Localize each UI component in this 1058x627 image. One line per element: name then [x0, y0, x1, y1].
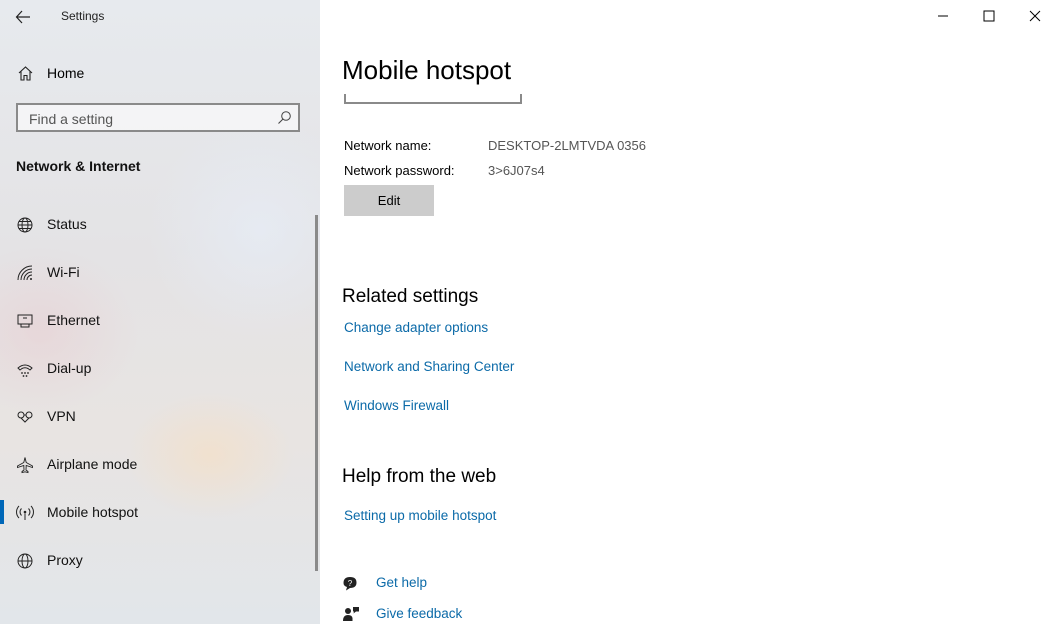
maximize-icon — [983, 10, 995, 22]
search-input[interactable] — [27, 109, 271, 129]
network-password-value: 3>6J07s4 — [488, 163, 545, 178]
sidebar-item-label: Status — [47, 216, 87, 232]
globe-icon — [17, 553, 33, 569]
vpn-icon — [17, 411, 33, 423]
get-help-row[interactable]: ? Get help — [342, 572, 642, 596]
sidebar-item-label: Ethernet — [47, 312, 100, 328]
section-title: Network & Internet — [16, 158, 141, 174]
sidebar-item-label: Airplane mode — [47, 456, 138, 472]
link-setting-up-mobile-hotspot[interactable]: Setting up mobile hotspot — [344, 508, 496, 523]
sidebar-item-vpn[interactable]: VPN — [0, 397, 318, 437]
network-name-label: Network name: — [344, 138, 432, 153]
sidebar: Settings Home Network & Internet Status — [0, 0, 320, 624]
search-icon[interactable] — [277, 110, 292, 125]
get-help-link[interactable]: Get help — [376, 575, 427, 590]
link-windows-firewall[interactable]: Windows Firewall — [344, 398, 449, 413]
sidebar-item-mobile-hotspot[interactable]: Mobile hotspot — [0, 493, 318, 533]
sidebar-item-label: Dial-up — [47, 360, 92, 376]
edit-button[interactable]: Edit — [344, 185, 434, 216]
hotspot-icon — [16, 505, 34, 520]
back-button[interactable] — [13, 6, 35, 28]
link-network-sharing-center[interactable]: Network and Sharing Center — [344, 359, 514, 374]
give-feedback-row[interactable]: Give feedback — [342, 603, 642, 627]
sidebar-item-status[interactable]: Status — [0, 205, 318, 245]
sidebar-item-dialup[interactable]: Dial-up — [0, 349, 318, 389]
close-button[interactable] — [1012, 0, 1058, 32]
sidebar-item-label: Wi-Fi — [47, 264, 80, 280]
link-change-adapter-options[interactable]: Change adapter options — [344, 320, 488, 335]
sidebar-item-label: Proxy — [47, 552, 83, 568]
sidebar-item-home[interactable]: Home — [0, 56, 320, 90]
network-password-label: Network password: — [344, 163, 455, 178]
sidebar-item-airplane-mode[interactable]: Airplane mode — [0, 445, 318, 485]
feedback-icon — [343, 607, 359, 621]
sidebar-item-label: Mobile hotspot — [47, 504, 139, 520]
sidebar-item-wifi[interactable]: Wi-Fi — [0, 253, 318, 293]
app-title: Settings — [61, 9, 105, 23]
help-from-web-title: Help from the web — [342, 466, 497, 487]
get-help-icon: ? — [343, 577, 357, 591]
dialup-icon — [17, 364, 33, 377]
minimize-icon — [938, 15, 948, 17]
sidebar-item-proxy[interactable]: Proxy — [0, 541, 318, 581]
related-settings-title: Related settings — [342, 286, 479, 307]
svg-text:?: ? — [348, 579, 353, 588]
main-content: Mobile hotspot Network name: DESKTOP-2LM… — [320, 0, 1058, 624]
home-icon — [18, 66, 33, 81]
network-name-value: DESKTOP-2LMTVDA 0356 — [488, 138, 646, 153]
close-icon — [1029, 10, 1041, 22]
airplane-icon — [17, 457, 33, 474]
clipped-field-bottom — [344, 94, 522, 104]
minimize-button[interactable] — [920, 0, 966, 32]
globe-network-icon — [17, 217, 33, 233]
sidebar-item-label: Home — [47, 65, 85, 81]
sidebar-item-ethernet[interactable]: Ethernet — [0, 301, 318, 341]
ethernet-icon — [17, 314, 33, 328]
wifi-icon — [17, 265, 33, 281]
maximize-button[interactable] — [966, 0, 1012, 32]
selected-indicator — [0, 500, 4, 524]
sidebar-scrollbar[interactable] — [315, 215, 318, 571]
page-title: Mobile hotspot — [342, 55, 512, 85]
back-arrow-icon — [15, 10, 30, 24]
search-box[interactable] — [16, 103, 300, 132]
give-feedback-link[interactable]: Give feedback — [376, 606, 462, 621]
sidebar-item-label: VPN — [47, 408, 76, 424]
